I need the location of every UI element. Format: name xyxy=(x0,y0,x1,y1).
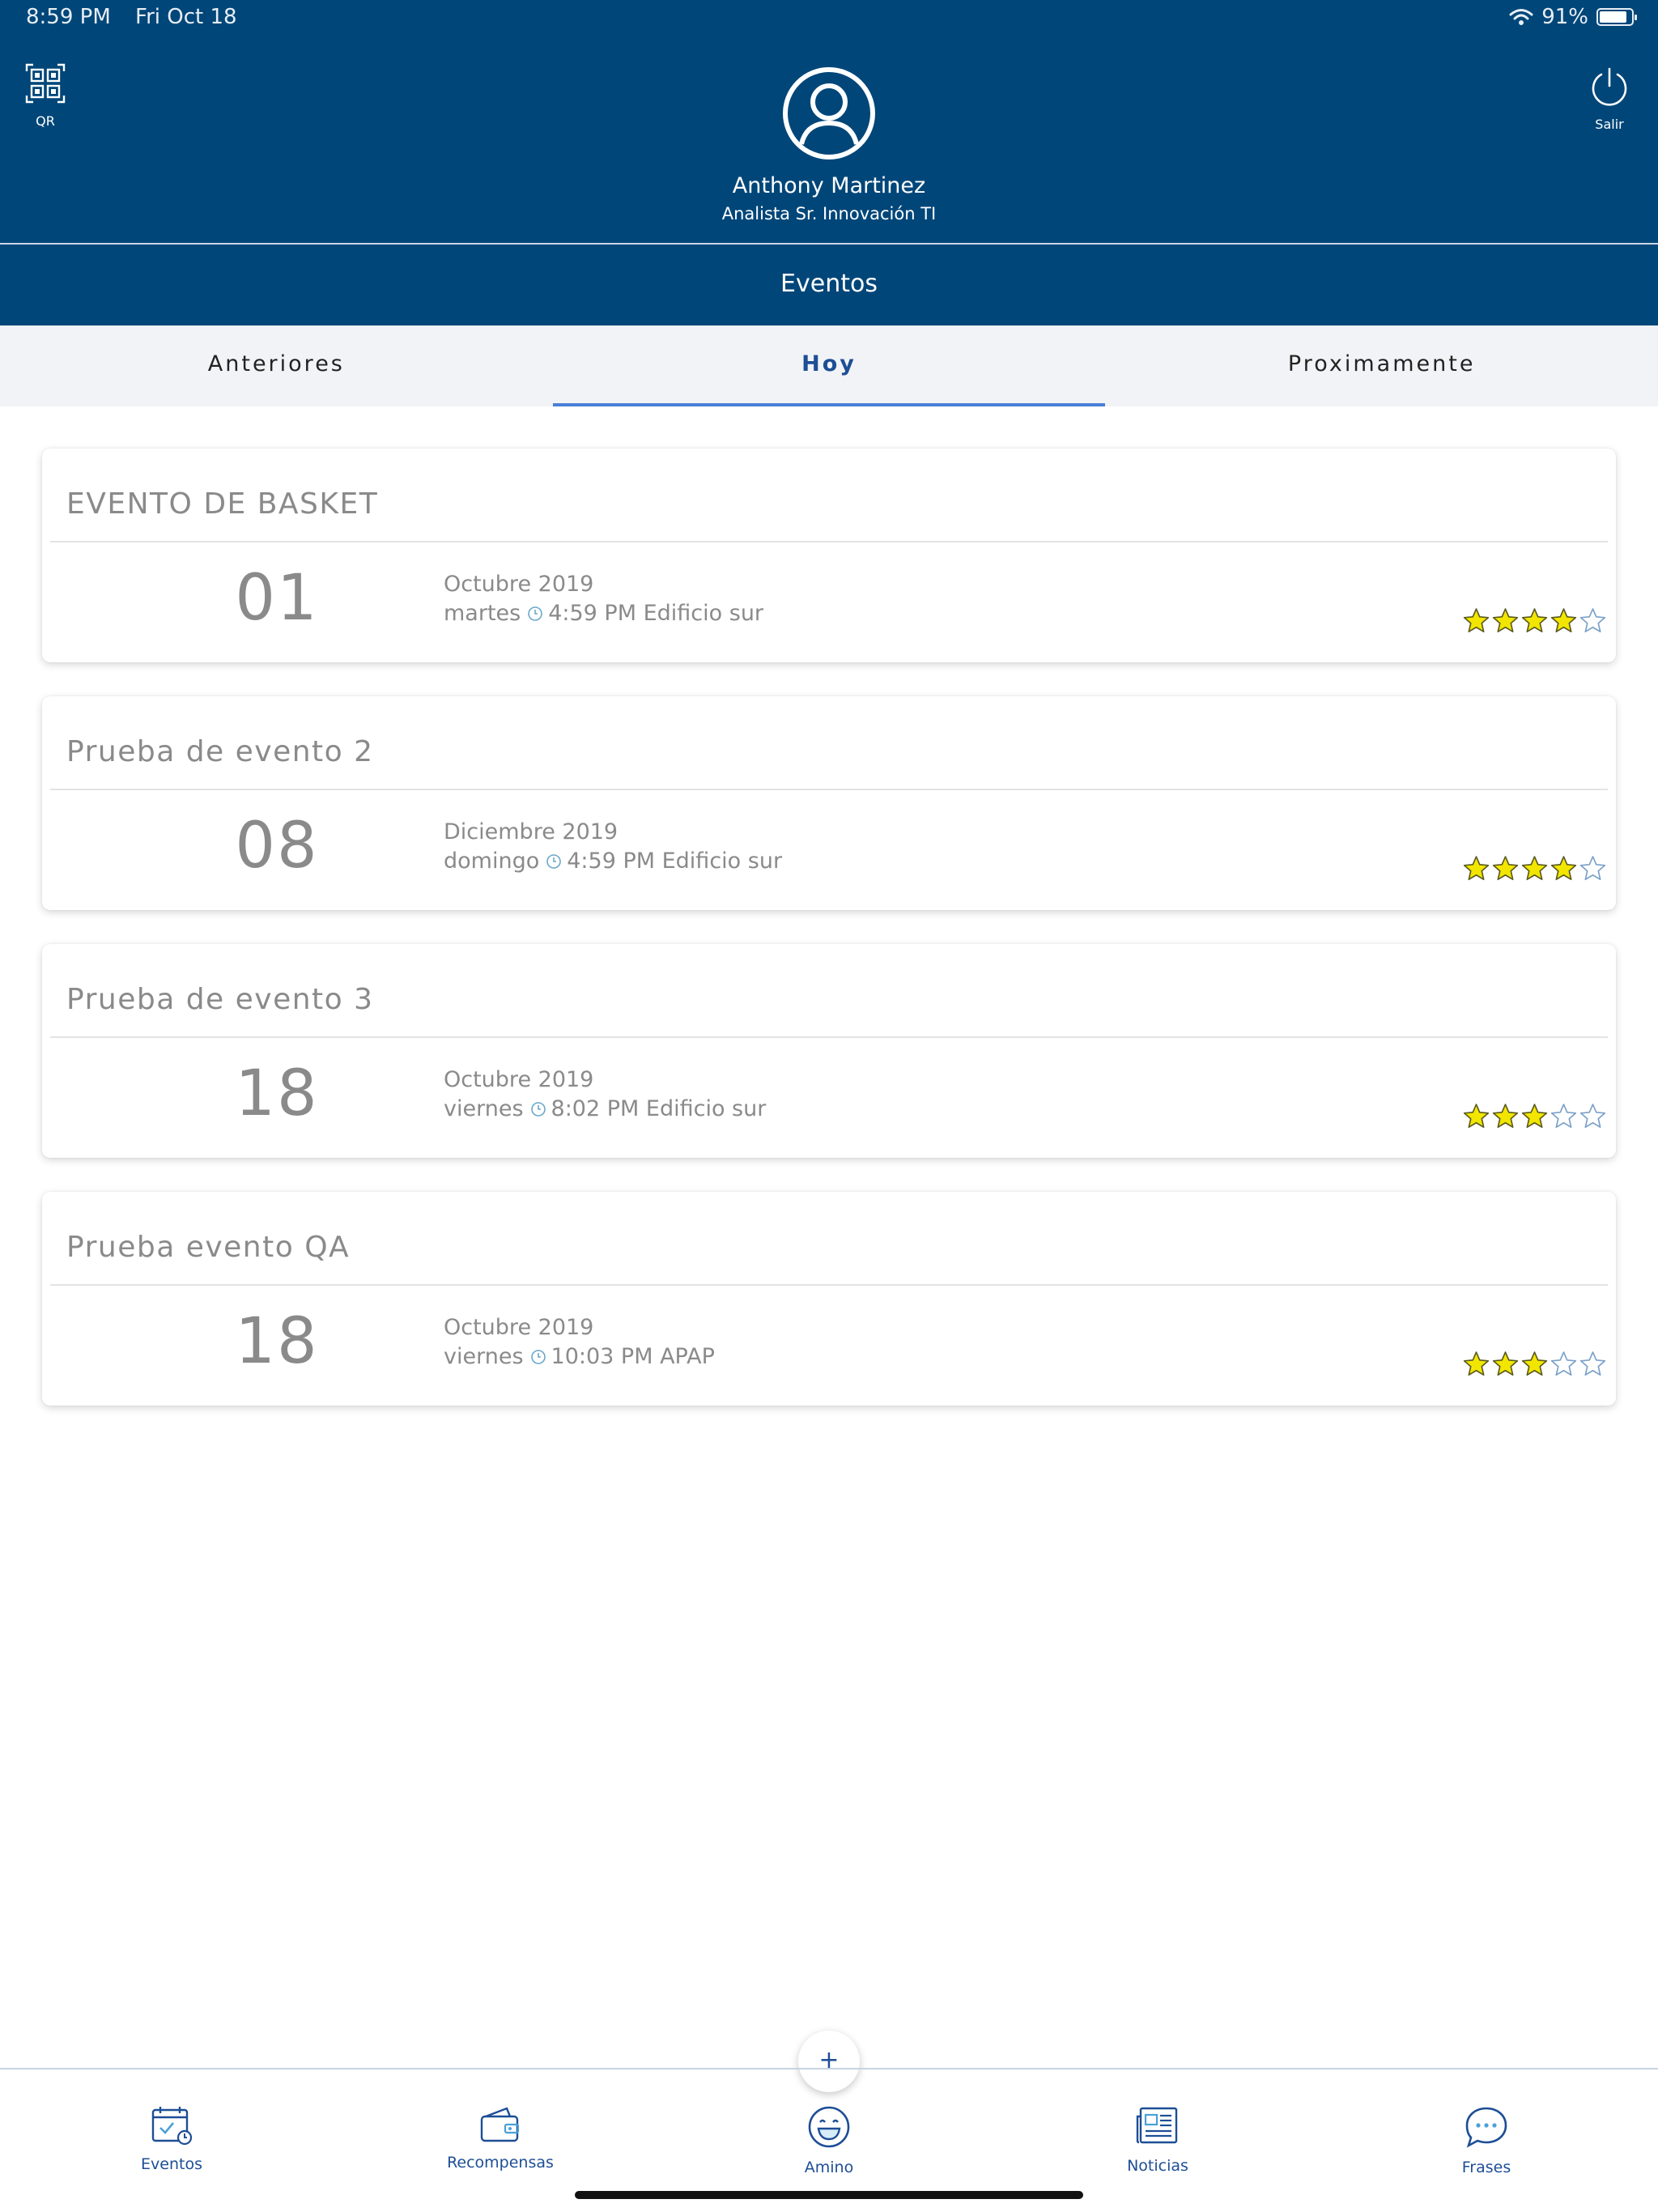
event-title: EVENTO DE BASKET xyxy=(66,487,379,521)
star-rating[interactable] xyxy=(1463,607,1606,634)
event-time-place: 4:59 PM Edificio sur xyxy=(548,601,764,626)
nav-label: Noticias xyxy=(1127,2157,1188,2175)
star-filled-icon[interactable] xyxy=(1463,1103,1490,1129)
card-divider xyxy=(50,789,1608,790)
event-day: 18 xyxy=(235,1305,319,1378)
star-empty-icon[interactable] xyxy=(1579,1103,1606,1129)
star-filled-icon[interactable] xyxy=(1463,855,1490,882)
nav-divider xyxy=(0,2068,1658,2069)
event-month: Octubre 2019 xyxy=(444,572,594,597)
event-weekday: domingo xyxy=(444,849,540,874)
user-role: Analista Sr. Innovación TI xyxy=(721,204,937,223)
star-empty-icon[interactable] xyxy=(1579,1351,1606,1377)
nav-item-frases[interactable]: Frases xyxy=(1397,2105,1575,2176)
star-filled-icon[interactable] xyxy=(1521,607,1548,634)
user-name: Anthony Martinez xyxy=(732,173,926,198)
star-filled-icon[interactable] xyxy=(1521,1351,1548,1377)
user-avatar[interactable] xyxy=(782,66,876,160)
star-empty-icon[interactable] xyxy=(1550,1103,1577,1129)
star-filled-icon[interactable] xyxy=(1521,1103,1548,1129)
qr-label: QR xyxy=(36,113,55,129)
event-time-place: 4:59 PM Edificio sur xyxy=(567,849,783,874)
status-date: Fri Oct 18 xyxy=(135,5,237,29)
nav-label: Recompensas xyxy=(447,2154,554,2172)
home-indicator xyxy=(575,2191,1083,2199)
status-bar: 8:59 PM Fri Oct 18 91% xyxy=(0,0,1658,37)
wallet-icon xyxy=(480,2107,520,2142)
event-weekday: viernes xyxy=(444,1096,524,1121)
event-title: Prueba de evento 2 xyxy=(66,735,374,768)
star-empty-icon[interactable] xyxy=(1550,1351,1577,1377)
card-divider xyxy=(50,1284,1608,1286)
clock-icon xyxy=(530,1101,546,1117)
star-rating[interactable] xyxy=(1463,1351,1606,1377)
nav-item-recompensas[interactable]: Recompensas xyxy=(411,2105,589,2172)
event-month: Octubre 2019 xyxy=(444,1315,594,1340)
star-filled-icon[interactable] xyxy=(1492,1351,1519,1377)
status-time: 8:59 PM xyxy=(26,5,111,29)
event-day: 18 xyxy=(235,1057,319,1130)
star-filled-icon[interactable] xyxy=(1550,855,1577,882)
clock-icon xyxy=(528,606,543,621)
chat-bubble-icon xyxy=(1465,2107,1507,2148)
nav-label: Frases xyxy=(1461,2159,1511,2176)
qr-button[interactable]: QR xyxy=(23,63,68,129)
event-time-place: 8:02 PM Edificio sur xyxy=(551,1096,767,1121)
event-month: Octubre 2019 xyxy=(444,1067,594,1092)
nav-item-noticias[interactable]: Noticias xyxy=(1069,2105,1247,2175)
card-divider xyxy=(50,541,1608,542)
event-card[interactable]: Prueba evento QA 18 Octubre 2019 viernes… xyxy=(42,1192,1616,1406)
event-title: Prueba evento QA xyxy=(66,1231,351,1264)
battery-icon xyxy=(1596,8,1637,26)
tab-proximamente[interactable]: Proximamente xyxy=(1105,325,1658,406)
event-day: 08 xyxy=(235,810,319,883)
star-rating[interactable] xyxy=(1463,1103,1606,1129)
star-empty-icon[interactable] xyxy=(1579,607,1606,634)
event-weekday: viernes xyxy=(444,1344,524,1369)
smile-icon xyxy=(808,2106,850,2148)
newspaper-icon xyxy=(1136,2107,1178,2144)
star-filled-icon[interactable] xyxy=(1521,855,1548,882)
qr-code-icon xyxy=(25,63,66,104)
event-card[interactable]: EVENTO DE BASKET 01 Octubre 2019 martes … xyxy=(42,449,1616,662)
wifi-icon xyxy=(1509,9,1533,25)
power-icon xyxy=(1592,67,1627,106)
tab-hoy[interactable]: Hoy xyxy=(552,325,1106,406)
event-day: 01 xyxy=(235,562,319,635)
event-month: Diciembre 2019 xyxy=(444,819,619,844)
bottom-nav: Eventos Recompensas Amino Noticias Frase… xyxy=(0,2105,1658,2194)
star-empty-icon[interactable] xyxy=(1579,855,1606,882)
page-title: Eventos xyxy=(780,270,878,298)
clock-icon xyxy=(530,1349,546,1364)
star-rating[interactable] xyxy=(1463,855,1606,882)
logout-label: Salir xyxy=(1595,117,1624,132)
nav-label: Eventos xyxy=(141,2155,202,2173)
battery-percent: 91% xyxy=(1541,5,1588,29)
nav-label: Amino xyxy=(804,2159,854,2176)
event-time-place: 10:03 PM APAP xyxy=(551,1344,715,1369)
calendar-icon xyxy=(151,2107,193,2146)
star-filled-icon[interactable] xyxy=(1463,1351,1490,1377)
event-weekday: martes xyxy=(444,601,521,626)
star-filled-icon[interactable] xyxy=(1492,855,1519,882)
event-title: Prueba de evento 3 xyxy=(66,983,374,1016)
logout-button[interactable]: Salir xyxy=(1585,65,1634,132)
app-header: 8:59 PM Fri Oct 18 91% QR Salir Anthony … xyxy=(0,0,1658,325)
user-circle-icon xyxy=(783,67,875,160)
star-filled-icon[interactable] xyxy=(1550,607,1577,634)
star-filled-icon[interactable] xyxy=(1492,1103,1519,1129)
add-button[interactable]: + xyxy=(798,2031,860,2092)
event-tabs: Anteriores Hoy Proximamente xyxy=(0,325,1658,406)
header-divider xyxy=(0,243,1658,245)
nav-item-eventos[interactable]: Eventos xyxy=(83,2105,261,2173)
nav-item-amino[interactable]: Amino xyxy=(740,2105,918,2176)
tab-anteriores[interactable]: Anteriores xyxy=(0,325,553,406)
event-list: EVENTO DE BASKET 01 Octubre 2019 martes … xyxy=(42,449,1616,1440)
event-card[interactable]: Prueba de evento 3 18 Octubre 2019 viern… xyxy=(42,944,1616,1158)
card-divider xyxy=(50,1036,1608,1038)
star-filled-icon[interactable] xyxy=(1463,607,1490,634)
event-card[interactable]: Prueba de evento 2 08 Diciembre 2019 dom… xyxy=(42,696,1616,910)
star-filled-icon[interactable] xyxy=(1492,607,1519,634)
clock-icon xyxy=(546,853,562,869)
